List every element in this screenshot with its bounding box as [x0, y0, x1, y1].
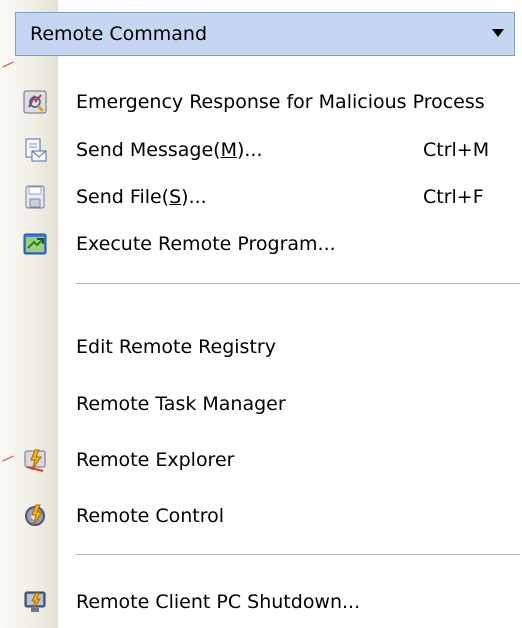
menu-item-label: Send Message(M)... — [76, 139, 263, 161]
menu-item-shortcut: Ctrl+M — [423, 139, 490, 161]
menu-header[interactable]: Remote Command — [15, 12, 515, 56]
menu-item-emergency-response[interactable]: Emergency Response for Malicious Process — [15, 82, 520, 122]
dropdown-arrow-icon[interactable] — [492, 29, 504, 37]
menu-item-remote-shutdown[interactable]: Remote Client PC Shutdown... — [15, 582, 520, 622]
send-message-icon — [22, 137, 48, 163]
menu-item-remote-explorer[interactable]: Remote Explorer — [15, 440, 520, 480]
execute-program-icon — [22, 231, 48, 257]
remote-command-menu: Remote Command Emergency Response for Ma… — [0, 0, 522, 628]
menu-title: Remote Command — [30, 23, 208, 45]
menu-item-label: Remote Task Manager — [76, 393, 286, 415]
menu-item-label: Send File(S)... — [76, 186, 207, 208]
menu-item-label: Remote Explorer — [76, 449, 235, 471]
remote-explorer-icon — [22, 447, 48, 473]
menu-item-label: Remote Client PC Shutdown... — [76, 591, 361, 613]
menu-item-send-message[interactable]: Send Message(M)... Ctrl+M — [15, 130, 520, 170]
menu-item-label: Remote Control — [76, 505, 225, 527]
menu-item-edit-remote-registry[interactable]: Edit Remote Registry — [15, 327, 520, 367]
send-file-icon — [22, 184, 48, 210]
menu-item-shortcut: Ctrl+F — [423, 186, 484, 208]
menu-item-label: Emergency Response for Malicious Process — [76, 91, 485, 113]
menu-separator — [76, 283, 520, 284]
menu-item-send-file[interactable]: Send File(S)... Ctrl+F — [15, 177, 520, 217]
menu-item-label: Execute Remote Program... — [76, 233, 336, 255]
menu-item-remote-task-manager[interactable]: Remote Task Manager — [15, 384, 520, 424]
menu-item-execute-remote-program[interactable]: Execute Remote Program... — [15, 224, 520, 264]
shutdown-icon — [22, 589, 48, 615]
emergency-response-icon — [22, 89, 48, 115]
menu-item-label: Edit Remote Registry — [76, 336, 276, 358]
remote-control-icon — [22, 503, 48, 529]
menu-item-remote-control[interactable]: Remote Control — [15, 496, 520, 536]
menu-separator — [76, 554, 520, 555]
